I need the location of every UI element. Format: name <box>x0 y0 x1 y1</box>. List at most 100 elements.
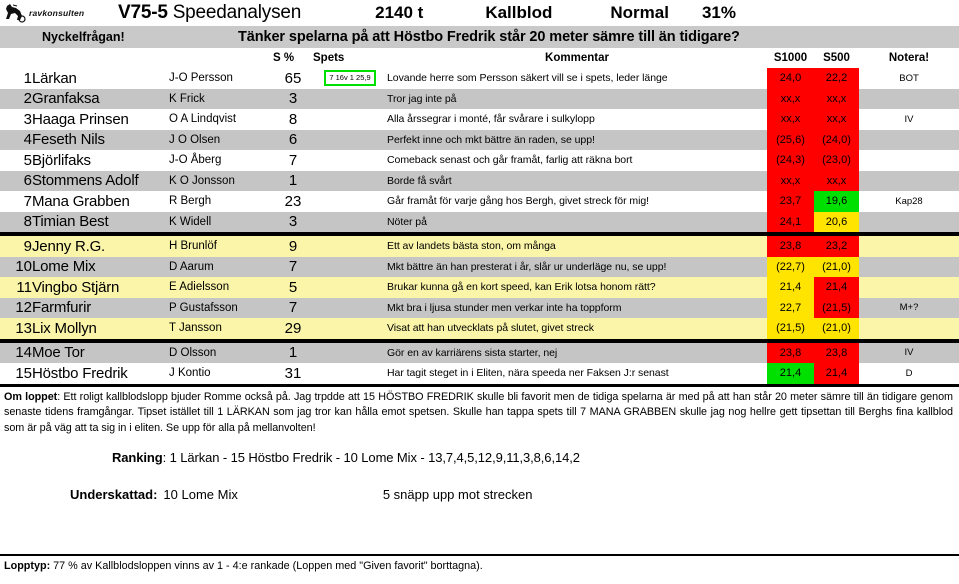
row-spets <box>313 298 387 319</box>
row-spets <box>313 236 387 257</box>
row-spets: 7 16v 1 25,9 <box>313 68 387 89</box>
row-kommentar: Borde få svårt <box>387 174 452 187</box>
row-number: 14 <box>15 344 32 362</box>
row-sp-percent: 7 <box>288 258 298 276</box>
underskattad-label: Underskattad: <box>70 487 158 502</box>
row-spets <box>313 109 387 130</box>
row-notera <box>859 257 959 278</box>
row-s1000-value: 24,1 <box>767 211 814 232</box>
ranking-block: Ranking: 1 Lärkan - 15 Höstbo Fredrik - … <box>0 436 959 502</box>
row-notera: M+? <box>899 302 919 314</box>
row-s1000-value: 23,7 <box>767 191 814 212</box>
row-notera: D <box>905 367 913 379</box>
table-row: 11 Vingbo Stjärn E Adielsson 5 Brukar kunna … <box>0 277 959 298</box>
row-driver-name: T Jansson <box>169 322 222 335</box>
logo-wordmark: ravkonsulten <box>29 8 85 18</box>
row-s500-value: 22,2 <box>814 68 859 89</box>
row-driver-name: R Bergh <box>169 195 212 208</box>
row-number: 7 <box>23 192 32 210</box>
footer-divider <box>0 554 959 556</box>
row-horse-name: Granfaksa <box>32 90 100 108</box>
row-s500-value: 21,4 <box>814 363 859 384</box>
analysis-title: Speedanalysen <box>172 2 302 23</box>
lopptyp-label: Lopptyp: <box>4 560 51 572</box>
om-loppet-label: Om loppet <box>4 390 58 403</box>
row-kommentar: Nöter på <box>387 215 427 228</box>
row-kommentar: Comeback senast och går framåt, farlig a… <box>387 154 633 167</box>
row-driver-name: H Brunlöf <box>169 240 217 253</box>
row-sp-percent: 7 <box>288 299 298 317</box>
row-s1000-value: (24,3) <box>767 150 814 171</box>
row-driver-name: P Gustafsson <box>169 301 238 314</box>
row-kommentar: Visat att han utvecklats på slutet, give… <box>387 322 594 335</box>
row-spets <box>313 89 387 110</box>
table-header: S % Spets Kommentar S1000 S500 Notera! <box>0 48 959 68</box>
key-question-banner: Nyckelfrågan! Tänker spelarna på att Hös… <box>0 26 959 48</box>
table-row: 14 Moe Tor D Olsson 1 Gör en av karriärens s… <box>0 342 959 364</box>
col-number <box>0 48 32 68</box>
row-s1000-value: xx,x <box>767 88 814 109</box>
row-sp-percent: 6 <box>288 131 298 149</box>
row-number: 9 <box>23 237 32 255</box>
row-driver-name: J-O Åberg <box>169 154 222 167</box>
row-s1000-value: xx,x <box>767 109 814 130</box>
row-number: 2 <box>23 90 32 108</box>
row-kommentar: Gör en av karriärens sista starter, nej <box>387 346 558 359</box>
row-sp-percent: 1 <box>288 344 298 362</box>
row-horse-name: Moe Tor <box>32 344 85 362</box>
row-notera: IV <box>904 113 914 125</box>
row-s1000-value: (25,6) <box>767 129 814 150</box>
brand-logo: ravkonsulten <box>4 2 112 24</box>
row-number: 3 <box>23 110 32 128</box>
row-s500-value: 20,6 <box>814 211 859 232</box>
row-driver-name: K Widell <box>169 215 212 228</box>
row-s500-value: xx,x <box>814 88 859 109</box>
om-loppet-text: : Ett roligt kallblodslopp bjuder Romme … <box>4 390 953 434</box>
row-sp-percent: 3 <box>288 213 298 231</box>
row-number: 6 <box>23 172 32 190</box>
row-kommentar: Tror jag inte på <box>387 92 457 105</box>
row-s1000-value: xx,x <box>767 170 814 191</box>
row-driver-name: E Adielsson <box>169 281 230 294</box>
row-s1000-value: 22,7 <box>767 297 814 318</box>
underskattad-note: 5 snäpp upp mot strecken <box>382 487 533 502</box>
title-bar: ravkonsulten V75-5 Speedanalysen 2140 t … <box>0 0 959 26</box>
lopptyp-text: 77 % av Kallblodsloppen vinns av 1 - 4:e… <box>50 560 483 572</box>
row-s500-value: xx,x <box>814 170 859 191</box>
row-notera <box>859 150 959 171</box>
row-s1000-value: 23,8 <box>767 342 814 363</box>
row-horse-name: Höstbo Fredrik <box>32 364 128 382</box>
row-driver-name: K Frick <box>169 92 205 105</box>
table-row: 13 Lix Mollyn T Jansson 29 Visat att han utv… <box>0 318 959 339</box>
col-notera: Notera! <box>888 52 930 64</box>
key-question-text: Tänker spelarna på att Höstbo Fredrik st… <box>238 29 740 45</box>
row-sp-percent: 8 <box>288 110 298 128</box>
ranking-text: : 1 Lärkan - 15 Höstbo Fredrik - 10 Lome… <box>162 450 580 465</box>
row-sp-percent: 9 <box>288 237 298 255</box>
col-spets: Spets <box>313 52 345 64</box>
underskattad-value: 10 Lome Mix <box>163 487 238 502</box>
row-spets <box>313 343 387 364</box>
row-kommentar: Perfekt inne och mkt bättre än raden, se… <box>387 133 595 146</box>
row-horse-name: Timian Best <box>32 213 109 231</box>
row-number: 12 <box>15 299 32 317</box>
row-sp-percent: 3 <box>288 90 298 108</box>
track-condition: Normal <box>610 3 669 22</box>
row-number: 4 <box>23 131 32 149</box>
row-horse-name: Lärkan <box>32 69 77 87</box>
row-sp-percent: 5 <box>288 278 298 296</box>
col-driver <box>169 48 273 68</box>
table-row: 15 Höstbo Fredrik J Kontio 31 Har tagit steg… <box>0 363 959 384</box>
row-kommentar: Har tagit steget in i Eliten, nära speed… <box>387 367 669 380</box>
row-s1000-value: 21,4 <box>767 363 814 384</box>
row-s500-value: (21,0) <box>814 256 859 277</box>
table-row: 6 Stommens Adolf K O Jonsson 1 Borde få svår… <box>0 170 959 191</box>
row-horse-name: Jenny R.G. <box>32 237 106 255</box>
row-sp-percent: 29 <box>284 319 302 337</box>
om-loppet-paragraph: Om loppet: Ett roligt kallblodslopp bjud… <box>0 387 959 437</box>
row-sp-percent: 31 <box>284 364 302 382</box>
row-number: 15 <box>15 364 32 382</box>
race-percent: 31% <box>701 3 736 22</box>
speed-analysis-table: S % Spets Kommentar S1000 S500 Notera! 1… <box>0 48 959 387</box>
lopptyp-footer: Lopptyp: 77 % av Kallblodsloppen vinns a… <box>0 560 959 572</box>
